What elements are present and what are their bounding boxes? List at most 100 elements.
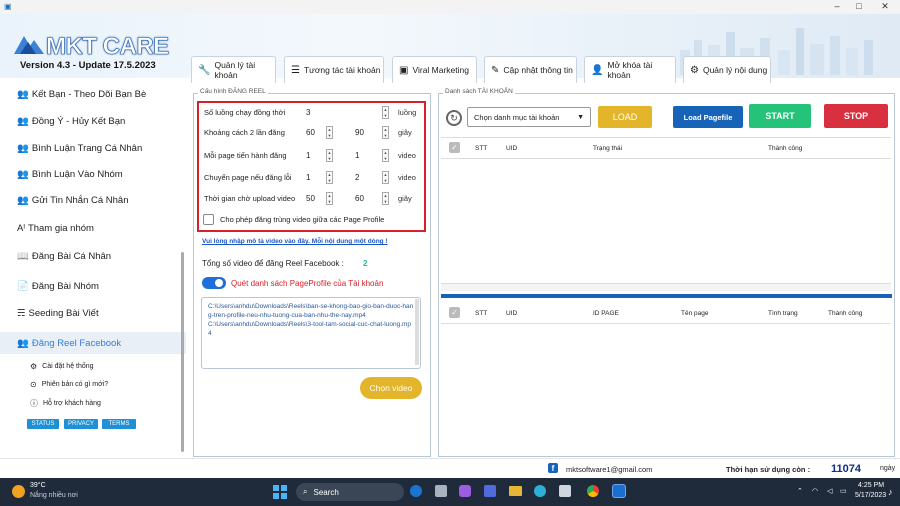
per-page-min-input[interactable]: 1 <box>306 151 310 160</box>
close-button[interactable]: ✕ <box>878 1 892 12</box>
weather-temp[interactable]: 39°C <box>30 482 46 489</box>
license-days-unit: ngày <box>880 465 896 472</box>
select-all-pages-checkbox[interactable]: ✓ <box>449 307 460 318</box>
total-videos-value: 2 <box>363 259 368 268</box>
tab-account-management[interactable]: 🔧 Quản lý tài khoản <box>191 56 276 83</box>
sidebar-scrollbar[interactable] <box>181 252 184 452</box>
load-button[interactable]: LOAD <box>598 106 652 128</box>
upload-wait-max-input[interactable]: 60 <box>355 194 364 203</box>
toggle-knob <box>215 279 223 287</box>
unit-threads: luồng <box>398 108 417 117</box>
tab-unlock-account[interactable]: 👤 Mở khóa tài khoản <box>584 56 676 83</box>
sidebar-item-comment-group[interactable]: 👥 Bình Luận Vào Nhóm <box>17 169 123 180</box>
unit-per-page: video <box>398 151 416 160</box>
sidebar-item-post-profile[interactable]: 📖 Đăng Bài Cá Nhân <box>17 251 111 262</box>
scan-page-label: Quét danh sách PageProfile của Tài khoản <box>231 279 384 288</box>
per-page-max-input[interactable]: 1 <box>355 151 359 160</box>
interval-max-input[interactable]: 90 <box>355 128 364 137</box>
sidebar-item-post-reel[interactable]: 👥 Đăng Reel Facebook <box>0 332 186 354</box>
taskbar-app-1-icon[interactable] <box>410 485 422 497</box>
switch-page-max-spinner[interactable]: ▲ ▼ <box>382 171 389 184</box>
interval-max-spinner[interactable]: ▲ ▼ <box>382 126 389 139</box>
switch-page-min-input[interactable]: 1 <box>306 173 310 182</box>
tab-content-management[interactable]: ⚙ Quản lý nội dung <box>683 56 771 83</box>
tab-update-info[interactable]: ✎ Cập nhật thông tin <box>484 56 577 83</box>
sidebar-item-post-group[interactable]: 📄 Đăng Bài Nhóm <box>17 281 99 292</box>
taskbar-search-box[interactable]: ⌕ Search <box>296 483 404 501</box>
total-videos-label: Tổng số video để đăng Reel Facebook : <box>202 259 344 268</box>
sidebar-sub-support[interactable]: ⓘ Hỗ trợ khách hàng <box>30 398 101 409</box>
choose-video-button[interactable]: Chọn video <box>360 377 422 399</box>
upload-wait-max-spinner[interactable]: ▲ ▼ <box>382 192 389 205</box>
interval-min-input[interactable]: 60 <box>306 128 315 137</box>
per-page-min-spinner[interactable]: ▲ ▼ <box>326 149 333 162</box>
notification-bell-icon[interactable]: ♪ <box>888 487 893 497</box>
battery-icon[interactable]: ▭ <box>840 487 847 495</box>
terms-link[interactable]: TERMS <box>102 419 136 429</box>
upload-wait-min-input[interactable]: 50 <box>306 194 315 203</box>
sidebar-item-seeding[interactable]: ☴ Seeding Bài Viết <box>17 308 99 319</box>
clock-date[interactable]: 5/17/2023 <box>855 492 886 499</box>
sidebar-item-send-message[interactable]: 👥 Gửi Tin Nhắn Cá Nhân <box>17 195 129 206</box>
sidebar-item-join-group[interactable]: Aᴵ Tham gia nhóm <box>17 223 94 234</box>
switch-page-min-spinner[interactable]: ▲ ▼ <box>326 171 333 184</box>
status-link[interactable]: STATUS <box>27 419 59 429</box>
maximize-button[interactable]: □ <box>852 1 866 11</box>
tab-account-interaction[interactable]: ☰ Tương tác tài khoản <box>284 56 384 83</box>
select-all-checkbox[interactable]: ✓ <box>449 142 460 153</box>
users-icon: 👥 <box>17 89 29 100</box>
gear-icon: ⚙ <box>690 64 699 76</box>
video-list-scrollbar[interactable] <box>415 299 419 365</box>
user-icon: 👤 <box>591 64 604 76</box>
speaker-icon[interactable]: ◁ <box>827 487 832 495</box>
version-label: Version 4.3 - Update 17.5.2023 <box>20 60 156 71</box>
refresh-icon[interactable]: ↻ <box>446 110 462 126</box>
start-button[interactable]: START <box>749 104 811 128</box>
users-icon: 👥 <box>17 337 29 349</box>
load-pagefile-button[interactable]: Load Pagefile <box>673 106 743 128</box>
wifi-icon[interactable]: ◠ <box>812 487 818 495</box>
sidebar-item-accept-friend[interactable]: 👥 Đồng Ý - Hủy Kết Bạn <box>17 116 125 127</box>
taskbar-app-4-icon[interactable] <box>484 485 496 497</box>
stop-button[interactable]: STOP <box>824 104 888 128</box>
minimize-button[interactable]: – <box>830 1 844 11</box>
threads-spinner[interactable]: ▲ ▼ <box>382 106 389 119</box>
sidebar-item-comment-profile[interactable]: 👥 Bình Luận Trang Cá Nhân <box>17 143 142 154</box>
tab-viral-marketing[interactable]: ▣ Viral Marketing <box>392 56 477 83</box>
chevron-up-icon[interactable]: ⌃ <box>797 487 803 495</box>
support-email: mktsoftware1@gmail.com <box>566 465 653 474</box>
taskbar-edge-icon[interactable] <box>534 485 546 497</box>
clock-time[interactable]: 4:25 PM <box>858 482 884 489</box>
video-list-textarea[interactable]: C:\Users\anhdu\Downloads\Reels\ban-se-kh… <box>201 297 421 369</box>
taskbar-teams-icon[interactable] <box>459 485 471 497</box>
scan-page-toggle[interactable] <box>202 277 226 289</box>
taskbar-task-view-icon[interactable] <box>435 485 447 497</box>
taskbar-explorer-icon[interactable] <box>509 486 522 496</box>
account-category-select[interactable]: Chọn danh mục tài khoản ▼ <box>467 107 591 127</box>
per-page-max-spinner[interactable]: ▲ ▼ <box>382 149 389 162</box>
threads-input[interactable]: 3 <box>306 108 310 117</box>
wrench-icon: 🔧 <box>198 64 211 76</box>
windows-start-icon[interactable] <box>273 485 287 499</box>
weather-sun-icon <box>12 485 25 498</box>
weather-desc[interactable]: Nắng nhiều nơi <box>30 492 78 499</box>
sidebar-item-add-friend[interactable]: 👥 Kết Bạn - Theo Dõi Bạn Bè <box>17 89 146 100</box>
privacy-link[interactable]: PRIVACY <box>64 419 98 429</box>
switch-page-max-input[interactable]: 2 <box>355 173 359 182</box>
taskbar-chrome-icon[interactable] <box>587 485 599 497</box>
allow-duplicate-label: Cho phép đăng trùng video giữa các Page … <box>220 215 385 224</box>
col2-condition: Tình trạng <box>768 310 798 317</box>
taskbar-mkt-icon[interactable] <box>612 484 626 498</box>
allow-duplicate-checkbox[interactable] <box>203 214 214 225</box>
license-days-label: Thời hạn sử dụng còn : <box>726 465 811 474</box>
col2-uid: UID <box>506 310 518 317</box>
description-hint-link[interactable]: Vui lòng nhập mô tả video vào đây. Mỗi n… <box>202 238 388 245</box>
interval-min-spinner[interactable]: ▲ ▼ <box>326 126 333 139</box>
gear-icon: ⚙ <box>30 362 38 371</box>
sidebar-sub-whats-new[interactable]: ⊙ Phiên bản có gì mới? <box>30 380 108 389</box>
sidebar-sub-settings[interactable]: ⚙ Cài đặt hệ thống <box>30 362 94 371</box>
facebook-icon: f <box>548 463 558 473</box>
upload-wait-min-spinner[interactable]: ▲ ▼ <box>326 192 333 205</box>
account-table-hscroll[interactable] <box>441 283 891 291</box>
taskbar-store-icon[interactable] <box>559 485 571 497</box>
